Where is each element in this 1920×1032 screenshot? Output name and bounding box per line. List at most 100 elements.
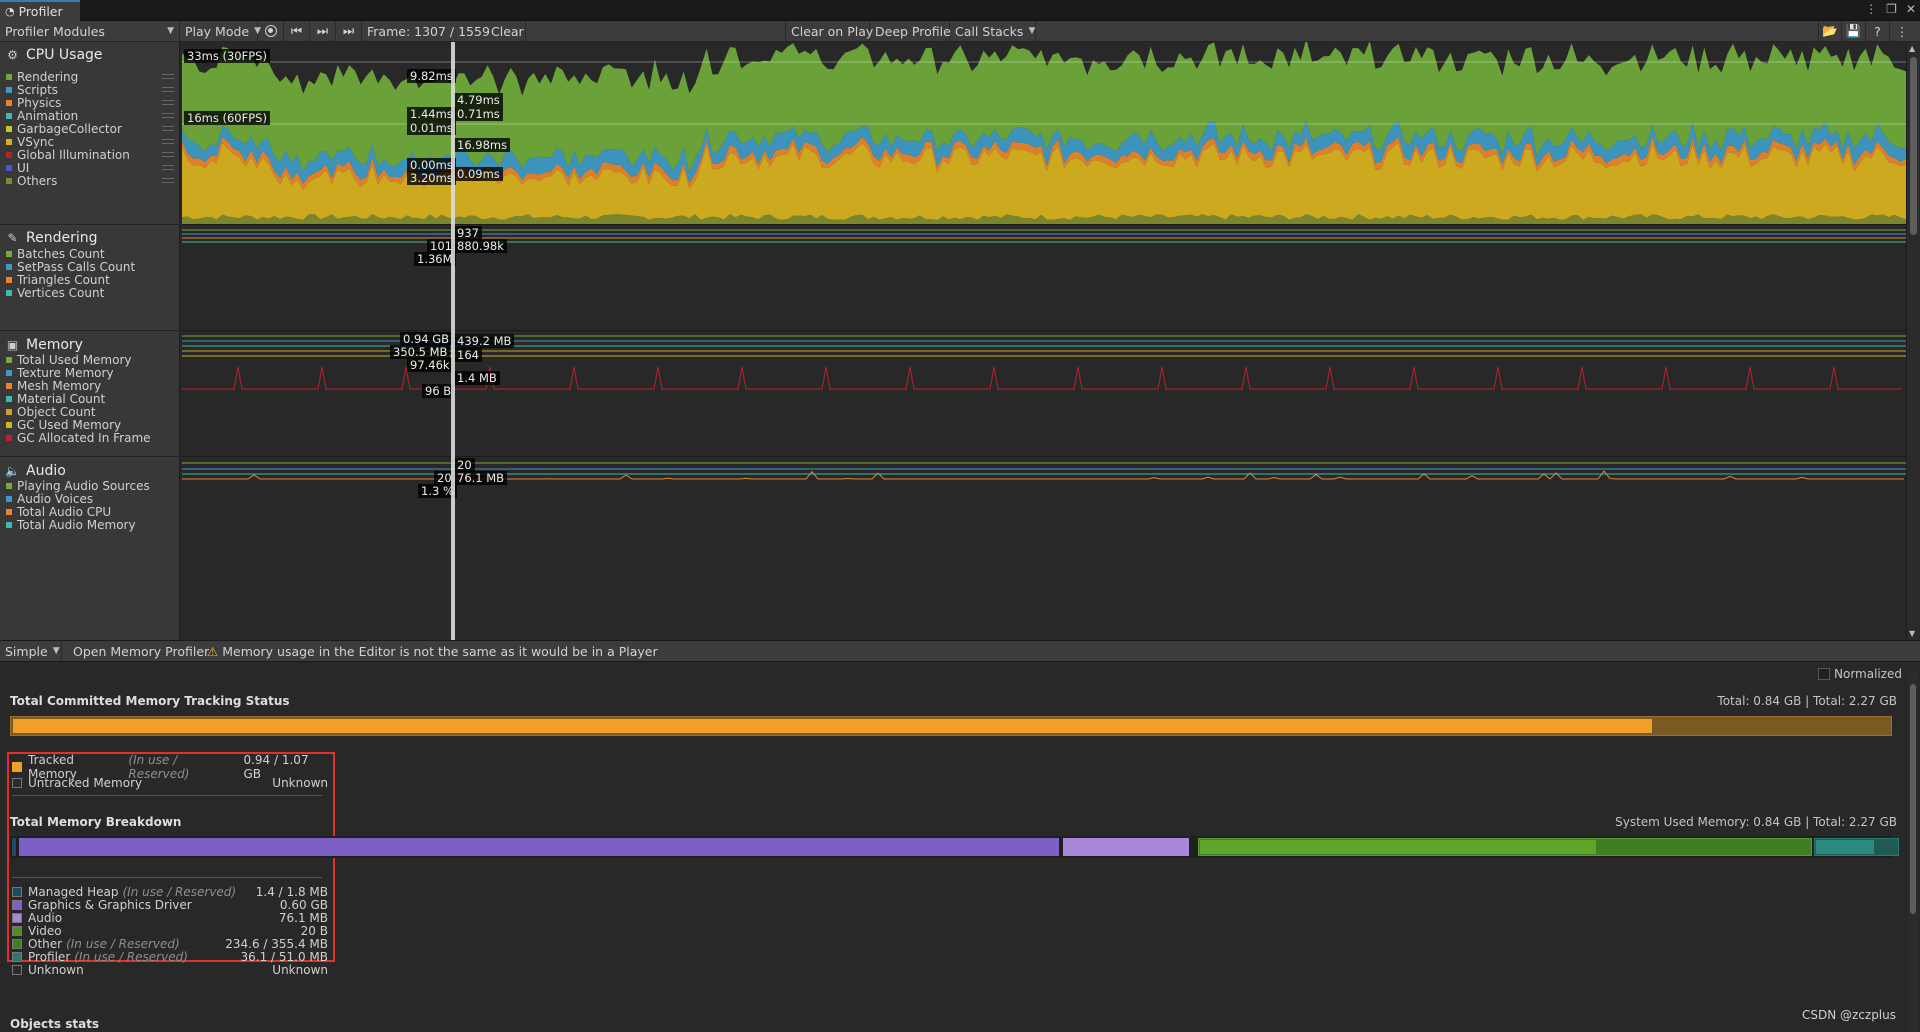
legend-item-gc-allocated-in-frame[interactable]: GC Allocated In Frame xyxy=(6,430,176,446)
drag-handle-icon[interactable] xyxy=(162,165,174,170)
legend-swatch xyxy=(6,509,12,515)
drag-handle-icon[interactable] xyxy=(162,113,174,118)
charts-scrollbar[interactable]: ▲ ▼ xyxy=(1906,42,1920,640)
legend-swatch xyxy=(6,139,12,145)
details-toolbar: Simple ▼ Open Memory Profiler ⚠ Memory u… xyxy=(0,640,1920,662)
next-frame-button[interactable]: ⏭ xyxy=(310,21,336,41)
module-audio[interactable]: 🔈 Audio Playing Audio Sources Audio Voices… xyxy=(0,457,180,640)
breakdown-total: System Used Memory: 0.84 GB | Total: 2.2… xyxy=(1615,815,1897,829)
scroll-down-icon[interactable]: ▼ xyxy=(1909,629,1915,638)
save-icon: 💾 xyxy=(1845,23,1862,38)
profiler-toolbar: Profiler Modules ▼ Play Mode ▼ ⏮ ⏭ ⏭ Fra… xyxy=(0,21,1920,42)
chevron-down-icon: ▼ xyxy=(52,646,60,656)
legend-swatch xyxy=(6,152,12,158)
tracking-status-total: Total: 0.84 GB | Total: 2.27 GB xyxy=(1717,694,1897,708)
legend-swatch xyxy=(6,87,12,93)
call-stacks-dropdown[interactable]: Call Stacks ▼ xyxy=(950,21,1036,41)
clear-label: Clear xyxy=(491,23,524,39)
help-button[interactable]: ? xyxy=(1866,21,1890,41)
details-scrollbar-track[interactable] xyxy=(1908,670,1918,1032)
memory-value-label: 97.46k xyxy=(407,358,453,372)
previous-frame-button[interactable]: ⏮ xyxy=(284,21,310,41)
memory-chart[interactable]: 0.94 GB 350.5 MB 97.46k 96 B 439.2 MB 16… xyxy=(182,331,1906,457)
drag-handle-icon[interactable] xyxy=(162,100,174,105)
open-memory-profiler-button[interactable]: Open Memory Profiler xyxy=(68,641,209,661)
selected-frame-marker[interactable] xyxy=(451,42,455,640)
tab-profiler[interactable]: ◔ Profiler xyxy=(0,0,80,21)
legend-swatch xyxy=(12,952,22,962)
speaker-icon: 🔈 xyxy=(5,464,20,478)
play-mode-dropdown[interactable]: Play Mode ▼ xyxy=(180,21,261,41)
legend-swatch xyxy=(6,483,12,489)
managed-heap-segment xyxy=(12,838,16,856)
drag-handle-icon[interactable] xyxy=(162,74,174,79)
view-mode-dropdown[interactable]: Simple ▼ xyxy=(0,641,62,661)
record-icon xyxy=(264,25,277,37)
drag-handle-icon[interactable] xyxy=(162,139,174,144)
legend-item-vertices-count[interactable]: Vertices Count xyxy=(6,285,176,301)
drag-handle-icon[interactable] xyxy=(162,126,174,131)
save-button[interactable]: 💾 xyxy=(1842,21,1866,41)
legend-swatch xyxy=(6,165,12,171)
drag-handle-icon[interactable] xyxy=(162,87,174,92)
clear-on-play-button[interactable]: Clear on Play xyxy=(785,21,873,41)
checkbox[interactable] xyxy=(1818,668,1830,680)
legend-swatch xyxy=(6,522,12,528)
legend-swatch xyxy=(6,290,12,296)
call-stacks-label: Call Stacks xyxy=(955,23,1024,39)
drag-handle-icon[interactable] xyxy=(162,152,174,157)
options-button[interactable]: ⋮ xyxy=(1890,21,1914,41)
module-memory[interactable]: ▣ Memory Total Used Memory Texture Memory M… xyxy=(0,331,180,457)
profiler-in-use-fill xyxy=(1816,840,1874,854)
warning-icon: ⚠ xyxy=(207,643,219,659)
legend-swatch xyxy=(6,74,12,80)
profiler-charts[interactable]: 33ms (30FPS) 16ms (60FPS) 9.82ms 1.44ms … xyxy=(182,42,1906,640)
profiler-modules-label: Profiler Modules xyxy=(5,23,105,39)
memory-details-panel: Normalized Total Committed Memory Tracki… xyxy=(0,662,1906,1032)
cpu-value-label: 0.01ms xyxy=(407,121,456,135)
audio-value-label: 76.1 MB xyxy=(454,471,508,485)
more-options-icon[interactable]: ⋮ xyxy=(1865,2,1877,16)
legend-swatch xyxy=(6,383,12,389)
legend-swatch xyxy=(12,778,22,788)
tab-bar: ◔ Profiler ⋮ ❐ ✕ xyxy=(0,0,1920,21)
legend-swatch xyxy=(6,435,12,441)
cpu-usage-chart[interactable]: 33ms (30FPS) 16ms (60FPS) 9.82ms 1.44ms … xyxy=(182,42,1906,225)
breakdown-title: Total Memory Breakdown xyxy=(10,815,182,829)
module-title: ▣ Memory xyxy=(6,337,83,353)
legend-item-others[interactable]: Others xyxy=(6,173,176,189)
cpu-value-label: 0.00ms xyxy=(407,158,456,172)
tracked-memory-row: Tracked Memory (In use / Reserved) 0.94 … xyxy=(12,753,328,781)
current-frame-button[interactable]: ⏭ xyxy=(336,21,362,41)
scroll-up-icon[interactable]: ▲ xyxy=(1909,44,1915,53)
maximize-icon[interactable]: ❐ xyxy=(1886,2,1897,16)
memory-value-label: 0.94 GB xyxy=(400,332,453,346)
clear-button[interactable]: Clear xyxy=(486,21,526,41)
drag-handle-icon[interactable] xyxy=(162,178,174,183)
other-segment xyxy=(1198,838,1812,856)
rendering-value-label: 880.98k xyxy=(454,239,507,253)
close-icon[interactable]: ✕ xyxy=(1906,2,1916,16)
legend-swatch xyxy=(12,913,22,923)
scrollbar-thumb[interactable] xyxy=(1910,57,1917,235)
record-button[interactable] xyxy=(258,21,284,41)
module-title-label: Memory xyxy=(26,337,83,353)
module-rendering[interactable]: ✎ Rendering Batches Count SetPass Calls Co… xyxy=(0,225,180,331)
memory-value-label: 164 xyxy=(454,348,482,362)
legend-item-total-audio-memory[interactable]: Total Audio Memory xyxy=(6,517,176,533)
fps60-line-label: 16ms (60FPS) xyxy=(184,111,270,125)
module-title: ✎ Rendering xyxy=(6,230,97,246)
rendering-chart[interactable]: 937 101 880.98k 1.36M xyxy=(182,225,1906,331)
load-button[interactable]: 📂 xyxy=(1818,21,1842,41)
scrollbar-thumb[interactable] xyxy=(1910,684,1916,914)
normalized-toggle[interactable]: Normalized xyxy=(1818,667,1902,681)
module-cpu-usage[interactable]: ⚙ CPU Usage Rendering Scripts Physics Animat… xyxy=(0,42,180,225)
profiler-modules-dropdown[interactable]: Profiler Modules ▼ xyxy=(0,21,180,41)
rendering-icon: ✎ xyxy=(7,231,18,245)
cpu-value-label: 4.79ms xyxy=(454,93,503,107)
legend-label: Total Audio Memory xyxy=(17,518,136,532)
legend-swatch xyxy=(6,264,12,270)
audio-chart[interactable]: 20 20 76.1 MB 1.3 % xyxy=(182,457,1906,640)
deep-profile-button[interactable]: Deep Profile xyxy=(870,21,951,41)
module-title-label: CPU Usage xyxy=(26,47,103,63)
